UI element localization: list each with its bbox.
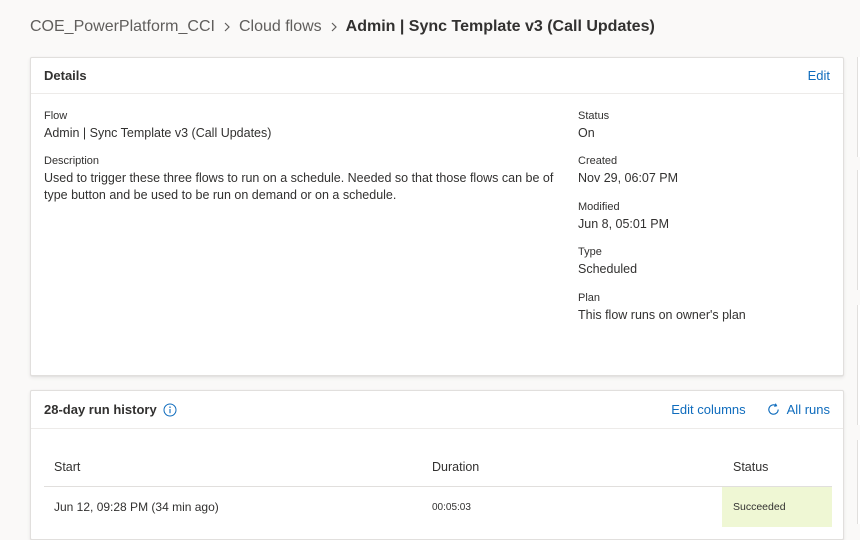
modified-label: Modified bbox=[578, 201, 620, 213]
status-field: Status On bbox=[578, 109, 828, 142]
flow-field: Flow Admin | Sync Template v3 (Call Upda… bbox=[44, 109, 564, 142]
table-row[interactable]: Jun 12, 09:28 PM (34 min ago) 00:05:03 S… bbox=[44, 487, 832, 527]
plan-label: Plan bbox=[578, 292, 601, 304]
info-icon[interactable] bbox=[163, 403, 177, 417]
all-runs-label: All runs bbox=[786, 402, 830, 417]
plan-value: This flow runs on owner's plan bbox=[578, 308, 746, 322]
run-history-title-wrap: 28-day run history bbox=[44, 402, 177, 417]
flow-label: Flow bbox=[44, 110, 68, 122]
all-runs-button[interactable]: All runs bbox=[766, 402, 830, 417]
run-history-actions: Edit columns All runs bbox=[671, 402, 830, 417]
edit-columns-button[interactable]: Edit columns bbox=[671, 402, 745, 417]
run-history-card: 28-day run history Edit columns All runs… bbox=[30, 390, 844, 540]
details-header: Details Edit bbox=[31, 58, 843, 94]
column-header-start[interactable]: Start bbox=[44, 460, 422, 474]
run-duration: 00:05:03 bbox=[432, 501, 471, 513]
refresh-icon bbox=[766, 402, 781, 417]
plan-field: Plan This flow runs on owner's plan bbox=[578, 291, 828, 324]
type-label: Type bbox=[578, 246, 602, 258]
column-header-status[interactable]: Status bbox=[722, 460, 832, 474]
breadcrumb-environment[interactable]: COE_PowerPlatform_CCI bbox=[30, 18, 215, 36]
edit-details-button[interactable]: Edit bbox=[808, 68, 830, 83]
type-field: Type Scheduled bbox=[578, 245, 828, 278]
modified-field: Modified Jun 8, 05:01 PM bbox=[578, 200, 828, 233]
description-label: Description bbox=[44, 155, 100, 167]
chevron-right-icon bbox=[215, 22, 239, 32]
description-field: Description Used to trigger these three … bbox=[44, 154, 566, 204]
created-label: Created bbox=[578, 155, 618, 167]
description-value: Used to trigger these three flows to run… bbox=[44, 171, 554, 202]
details-card: Details Edit Flow Admin | Sync Template … bbox=[30, 57, 844, 376]
run-history-header: 28-day run history Edit columns All runs bbox=[31, 391, 843, 429]
chevron-right-icon bbox=[322, 22, 346, 32]
breadcrumb-cloud-flows[interactable]: Cloud flows bbox=[239, 18, 322, 36]
run-history-title: 28-day run history bbox=[44, 402, 157, 417]
status-value: On bbox=[578, 126, 595, 140]
page-title: Admin | Sync Template v3 (Call Updates) bbox=[345, 18, 655, 35]
run-start: Jun 12, 09:28 PM (34 min ago) bbox=[54, 500, 219, 514]
type-value: Scheduled bbox=[578, 262, 638, 276]
details-title: Details bbox=[44, 68, 87, 83]
table-header: Start Duration Status bbox=[44, 447, 832, 487]
run-history-table: Start Duration Status Jun 12, 09:28 PM (… bbox=[44, 447, 832, 527]
modified-value: Jun 8, 05:01 PM bbox=[578, 217, 670, 231]
breadcrumb: COE_PowerPlatform_CCI Cloud flows Admin … bbox=[30, 14, 655, 40]
flow-value: Admin | Sync Template v3 (Call Updates) bbox=[44, 126, 272, 140]
run-status-badge: Succeeded bbox=[722, 487, 832, 527]
created-value: Nov 29, 06:07 PM bbox=[578, 171, 679, 185]
column-header-duration[interactable]: Duration bbox=[422, 460, 722, 474]
status-label: Status bbox=[578, 110, 610, 122]
created-field: Created Nov 29, 06:07 PM bbox=[578, 154, 828, 187]
